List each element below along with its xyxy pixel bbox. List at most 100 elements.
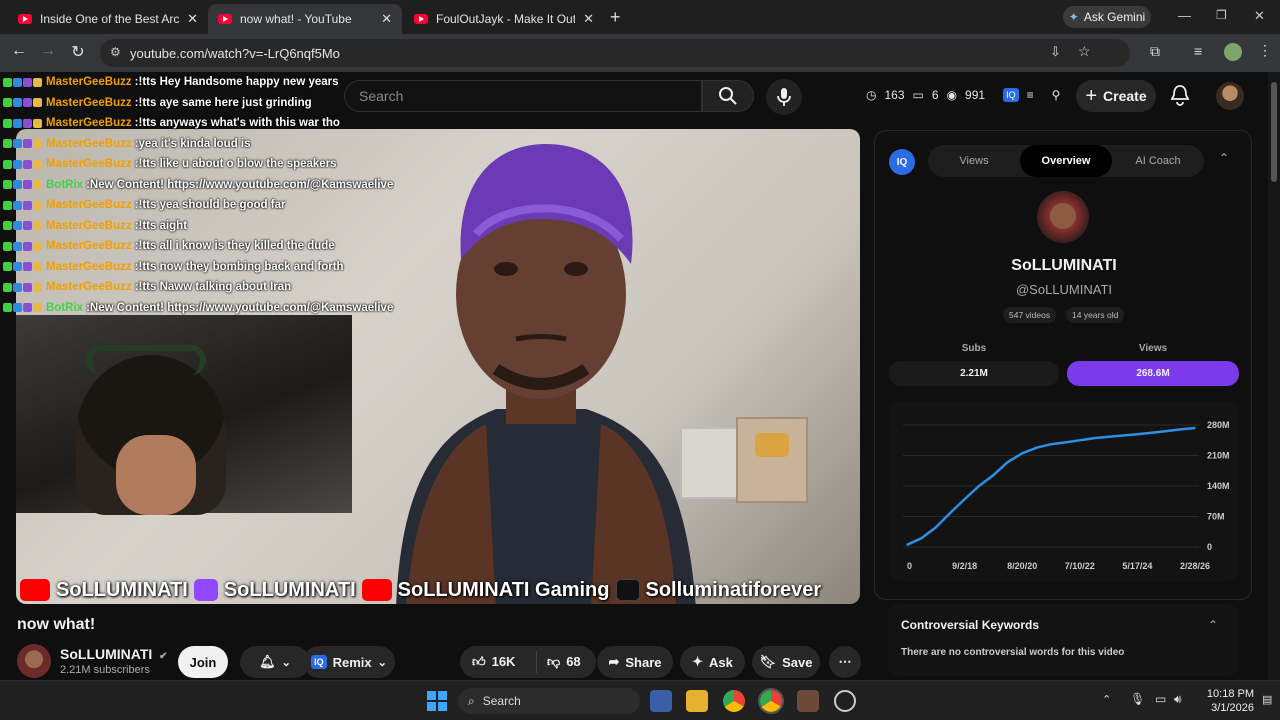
chat-message: MasterGeeBuzz: !tts like u about o blow … bbox=[0, 154, 380, 175]
subs-toggle[interactable]: 2.21M bbox=[889, 361, 1059, 386]
tiktok-icon bbox=[615, 579, 640, 601]
chart-data-point bbox=[1050, 443, 1052, 445]
chat-text: !tts like u about o blow the speakers bbox=[138, 158, 337, 171]
chat-username: MasterGeeBuzz bbox=[46, 96, 132, 109]
chart-y-tick-label: 0 bbox=[1207, 542, 1212, 552]
ask-button[interactable]: ✦ Ask bbox=[680, 646, 745, 678]
windows-start-icon[interactable] bbox=[426, 690, 448, 712]
chart-data-point bbox=[1194, 427, 1196, 429]
chat-text: !tts aight bbox=[138, 219, 188, 232]
chat-badge-icon bbox=[33, 139, 42, 149]
volume-icon[interactable]: 🔊︎ bbox=[1174, 692, 1182, 707]
channel-name[interactable]: SoLLUMINATI ✔ bbox=[60, 646, 168, 662]
browser-tab[interactable]: Inside One of the Best Architect ✕ bbox=[8, 4, 208, 34]
notification-bell-button[interactable]: 🔔︎ ⌄ bbox=[240, 646, 310, 678]
install-app-icon[interactable]: ⇩ bbox=[1050, 44, 1061, 60]
store-icon[interactable] bbox=[650, 690, 672, 712]
notification-center-icon[interactable]: ▤ bbox=[1262, 693, 1272, 706]
dislike-button[interactable]: 👎︎ 68 bbox=[547, 654, 581, 670]
chart-data-point bbox=[1151, 432, 1153, 434]
chart-data-point bbox=[1107, 435, 1110, 438]
back-icon[interactable]: ← bbox=[8, 42, 30, 60]
browser-tab[interactable]: FoulOutJayk - Make It Out - You ✕ bbox=[404, 4, 604, 34]
media-control-icon[interactable]: ≡ bbox=[1194, 43, 1202, 59]
collapse-chevron-icon[interactable]: ⌃ bbox=[1219, 151, 1229, 165]
ask-gemini-button[interactable]: ✦ Ask Gemini bbox=[1063, 6, 1151, 28]
scrollbar-thumb[interactable] bbox=[1271, 82, 1277, 182]
chat-badge-icon bbox=[3, 98, 12, 108]
notifications-bell-icon[interactable] bbox=[1170, 84, 1190, 111]
dislike-count: 68 bbox=[566, 654, 581, 669]
channel-age-badge: 14 years old bbox=[1066, 307, 1125, 323]
tab-ai-coach[interactable]: AI Coach bbox=[1112, 145, 1204, 177]
divider bbox=[536, 651, 537, 673]
streamer-figure bbox=[396, 144, 696, 604]
extensions-icon[interactable]: ⧉ bbox=[1150, 43, 1160, 60]
forward-icon[interactable]: → bbox=[37, 42, 59, 60]
microphone-icon[interactable]: 🎙︎ bbox=[1130, 692, 1145, 706]
chrome-icon[interactable] bbox=[723, 690, 745, 712]
social-banner: SoLLUMINATI SoLLUMINATI SoLLUMINATI Gami… bbox=[16, 576, 860, 604]
account-avatar[interactable] bbox=[1216, 82, 1244, 110]
voice-search-button[interactable] bbox=[766, 79, 802, 115]
views-toggle[interactable]: 268.6M bbox=[1067, 361, 1239, 386]
search-input[interactable]: Search bbox=[344, 80, 702, 112]
clock-app-icon[interactable] bbox=[834, 690, 856, 712]
close-icon[interactable]: ✕ bbox=[381, 11, 392, 27]
channel-avatar[interactable] bbox=[17, 644, 51, 678]
list-icon[interactable]: ≡ bbox=[1027, 88, 1034, 102]
taskbar-search[interactable]: ⌕ Search bbox=[458, 688, 640, 714]
chat-badge-icon bbox=[23, 77, 32, 87]
close-icon[interactable]: ✕ bbox=[187, 11, 198, 27]
tray-chevron-icon[interactable]: ⌃ bbox=[1102, 693, 1111, 706]
chat-username: MasterGeeBuzz bbox=[46, 158, 132, 171]
subs-label: Subs bbox=[961, 343, 987, 354]
restore-icon[interactable]: ❐ bbox=[1216, 8, 1227, 22]
panel-tabs: Views Overview AI Coach bbox=[928, 145, 1204, 177]
window-close-icon[interactable]: ✕ bbox=[1254, 8, 1265, 24]
chat-message: MasterGeeBuzz: !tts all i know is they k… bbox=[0, 236, 380, 257]
minimize-icon[interactable]: — bbox=[1178, 8, 1191, 23]
reload-icon[interactable]: ↻ bbox=[67, 42, 89, 62]
app-icon[interactable] bbox=[797, 690, 819, 712]
panel-channel-name: SoLLUMINATI bbox=[1011, 257, 1117, 274]
site-info-icon[interactable]: ⚙ bbox=[110, 45, 121, 59]
file-explorer-icon[interactable] bbox=[686, 690, 708, 712]
trophy-icon[interactable]: ⚲ bbox=[1052, 88, 1061, 102]
bookmark-star-icon[interactable]: ☆ bbox=[1078, 43, 1091, 60]
browser-tab-active[interactable]: now what! - YouTube ✕ bbox=[208, 4, 402, 34]
chat-message: BotRix: New Content! https://www.youtube… bbox=[0, 298, 393, 319]
new-tab-icon[interactable]: + bbox=[610, 7, 621, 28]
chart-data-point bbox=[963, 498, 966, 500]
like-button[interactable]: 👍︎ 16K bbox=[472, 654, 536, 670]
save-button[interactable]: 🔖︎ Save bbox=[752, 646, 820, 678]
chart-data-point bbox=[935, 526, 937, 529]
chat-badge-icon bbox=[23, 98, 32, 108]
remix-button[interactable]: IQ Remix ⌄ bbox=[303, 646, 395, 678]
chart-svg: 0 70M 140M 210M 280M 0 9/2/18 8/20/20 7/10/22 5/1… bbox=[903, 420, 1230, 571]
tab-views[interactable]: Views bbox=[928, 145, 1020, 177]
chrome-active-icon[interactable] bbox=[758, 688, 784, 714]
more-actions-button[interactable]: ⋯ bbox=[829, 646, 861, 678]
system-clock[interactable]: 10:18 PM 3/1/2026 bbox=[1192, 687, 1254, 715]
collapse-chevron-icon[interactable]: ⌃ bbox=[1208, 618, 1218, 632]
search-button[interactable] bbox=[702, 80, 754, 112]
chart-data-point bbox=[1007, 461, 1009, 463]
menu-kebab-icon[interactable]: ⋮ bbox=[1258, 42, 1272, 59]
tab-overview[interactable]: Overview bbox=[1020, 145, 1112, 177]
network-icon[interactable]: ▭ bbox=[1155, 692, 1166, 706]
join-button[interactable]: Join bbox=[178, 646, 228, 678]
chat-badge-icon bbox=[23, 303, 32, 313]
address-bar[interactable]: ⚙ youtube.com/watch?v=-LrQ6nqf5Mo ⇩ ☆ bbox=[100, 39, 1130, 67]
create-button[interactable]: + Create bbox=[1076, 80, 1156, 112]
chat-badges bbox=[0, 180, 42, 190]
share-button[interactable]: ➦ Share bbox=[597, 646, 673, 678]
close-icon[interactable]: ✕ bbox=[583, 11, 594, 27]
chat-badge-icon bbox=[23, 118, 32, 128]
vidiq-icon[interactable]: IQ bbox=[1003, 88, 1019, 102]
chart-x-tick-label: 2/28/26 bbox=[1180, 561, 1210, 571]
profile-avatar[interactable] bbox=[1224, 43, 1242, 61]
headset-icon bbox=[86, 345, 206, 375]
chat-badge-icon bbox=[3, 139, 12, 149]
page-scrollbar[interactable] bbox=[1268, 72, 1280, 680]
